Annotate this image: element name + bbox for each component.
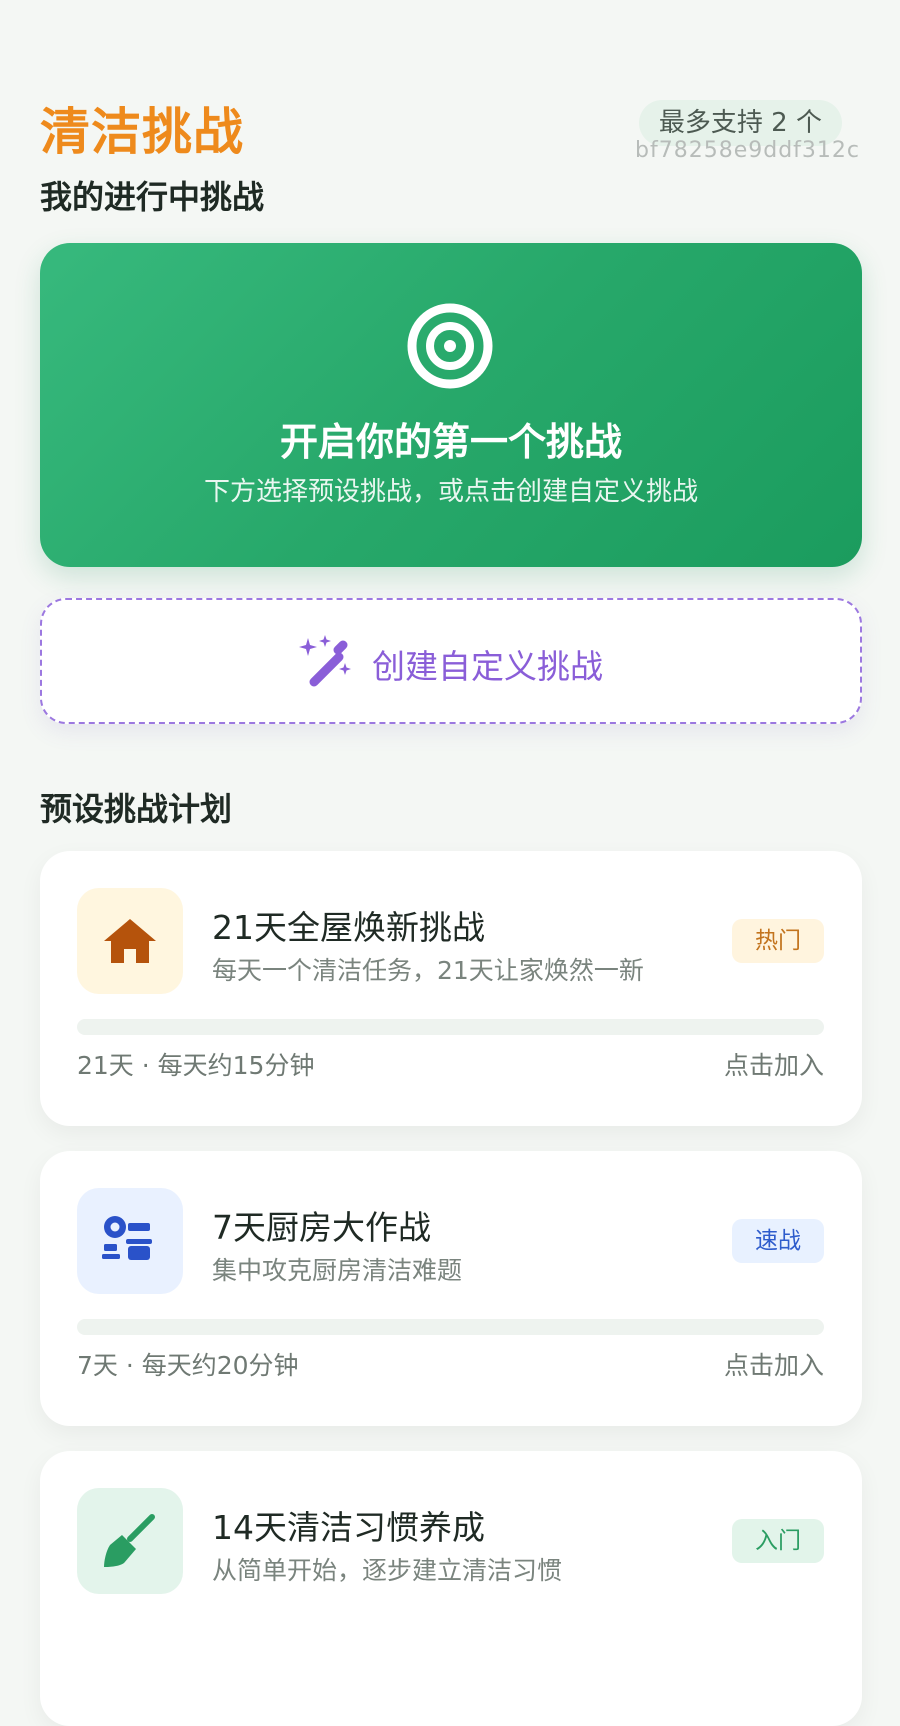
create-custom-label: 创建自定义挑战 (372, 647, 603, 686)
preset-plans-heading: 预设挑战计划 (40, 790, 233, 828)
plan-progress-bar (77, 1319, 824, 1335)
plan-icon-box (77, 888, 183, 994)
plan-meta: 7天 · 每天约20分钟 (77, 1351, 299, 1380)
page-title: 清洁挑战 (40, 103, 244, 161)
magic-wand-icon (299, 635, 351, 687)
active-challenges-heading: 我的进行中挑战 (40, 178, 265, 216)
house-icon (104, 919, 156, 963)
plan-card[interactable]: 7天厨房大作战 集中攻克厨房清洁难题 速战 7天 · 每天约20分钟 点击加入 (40, 1151, 862, 1426)
join-button[interactable]: 点击加入 (724, 1346, 824, 1382)
plan-meta: 21天 · 每天约15分钟 (77, 1051, 315, 1080)
plan-title: 14天清洁习惯养成 (212, 1508, 485, 1547)
device-id: bf78258e9ddf312c (635, 138, 860, 163)
plan-card[interactable]: 21天全屋焕新挑战 每天一个清洁任务，21天让家焕然一新 热门 21天 · 每天… (40, 851, 862, 1126)
plan-description: 每天一个清洁任务，21天让家焕然一新 (212, 956, 644, 985)
plan-description: 从简单开始，逐步建立清洁习惯 (212, 1556, 563, 1585)
plan-title: 21天全屋焕新挑战 (212, 908, 485, 947)
plan-tag-badge: 速战 (732, 1219, 824, 1263)
empty-state-subtitle: 下方选择预设挑战，或点击创建自定义挑战 (203, 477, 698, 507)
plan-icon-box (77, 1488, 183, 1594)
plan-icon-box (77, 1188, 183, 1294)
plan-tag-badge: 入门 (732, 1519, 824, 1563)
plan-title: 7天厨房大作战 (212, 1208, 431, 1247)
plan-card[interactable]: 14天清洁习惯养成 从简单开始，逐步建立清洁习惯 入门 (40, 1451, 862, 1726)
kitchen-icon (102, 1216, 152, 1260)
plan-progress-bar (77, 1019, 824, 1035)
plan-description: 集中攻克厨房清洁难题 (212, 1256, 463, 1285)
broom-icon (104, 1514, 155, 1567)
join-button[interactable]: 点击加入 (724, 1046, 824, 1082)
target-icon (407, 303, 493, 389)
empty-state-title: 开启你的第一个挑战 (279, 420, 622, 464)
create-custom-challenge-button[interactable]: 创建自定义挑战 (40, 598, 862, 724)
plan-tag-badge: 热门 (732, 919, 824, 963)
empty-challenge-card: 开启你的第一个挑战 下方选择预设挑战，或点击创建自定义挑战 (40, 243, 862, 567)
